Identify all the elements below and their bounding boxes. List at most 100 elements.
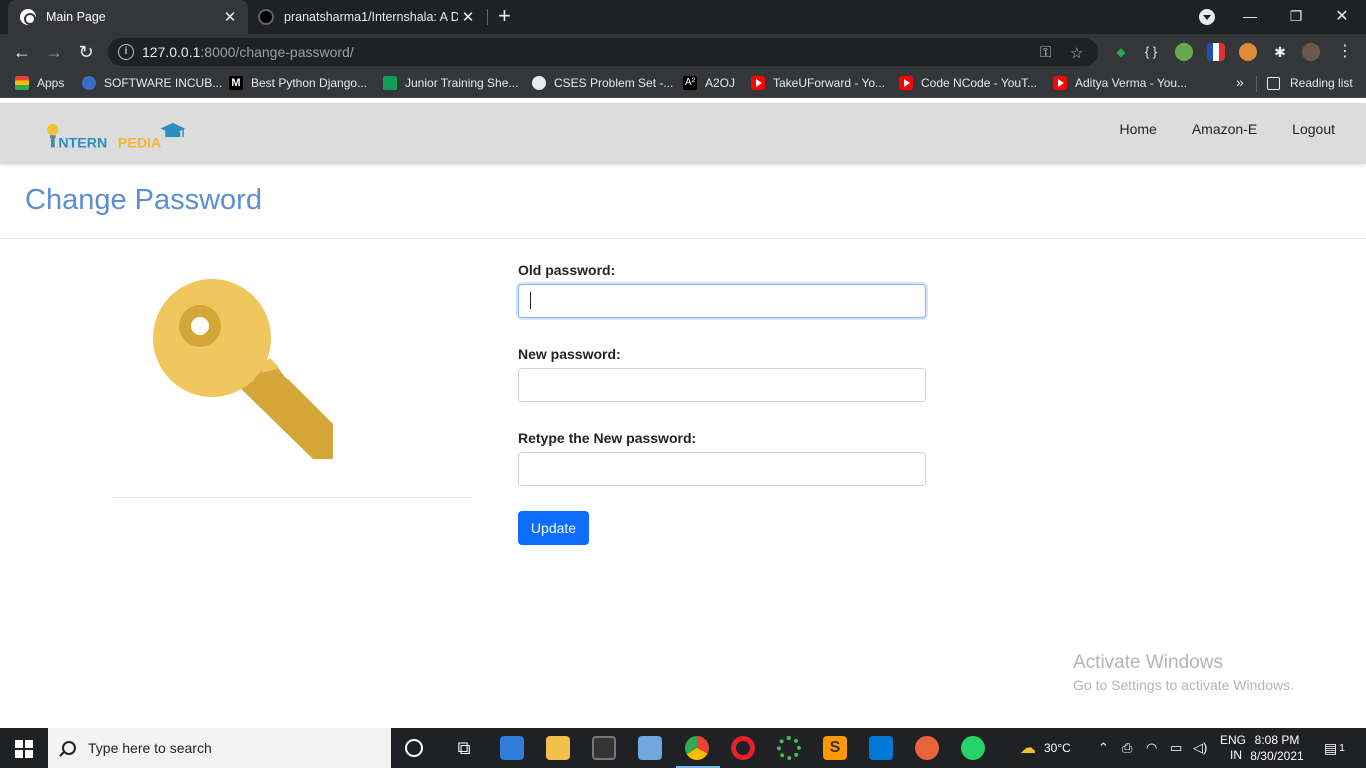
new-password-input[interactable]	[518, 368, 926, 402]
extension-green-icon[interactable]: ◆	[1112, 43, 1130, 61]
logo-text-pedia: PEDIA	[118, 135, 161, 151]
weather-temp: 30°C	[1044, 741, 1071, 755]
globe-icon	[20, 9, 36, 25]
tray-overflow-icon[interactable]: ⌃	[1098, 728, 1109, 768]
bookmark-aditya-verma[interactable]: Aditya Verma - You...	[1053, 76, 1187, 90]
windows-taskbar: Type here to search ⧉ S ☁ 30°C ⌃ ⎙ ◠ ▭ ◁…	[0, 728, 1366, 768]
close-window-button[interactable]: ✕	[1319, 0, 1365, 32]
youtube-icon	[899, 76, 913, 90]
menu-kebab-icon[interactable]: ⋮	[1336, 43, 1354, 61]
vscode-icon[interactable]	[869, 736, 893, 760]
weather-icon: ☁	[1020, 740, 1036, 757]
meet-icon[interactable]: ⎙	[1122, 728, 1132, 768]
reading-list-button[interactable]: Reading list	[1267, 76, 1353, 90]
clock-date: 8/30/2021	[1250, 749, 1304, 763]
json-viewer-icon[interactable]: { }	[1142, 43, 1160, 61]
extensions-puzzle-icon[interactable]: ✱	[1271, 43, 1289, 61]
forward-button[interactable]: →	[42, 40, 66, 64]
back-button[interactable]: ←	[10, 40, 34, 64]
taskbar-search-box[interactable]: Type here to search	[48, 728, 391, 768]
task-view-icon[interactable]: ⧉	[452, 736, 476, 760]
update-button[interactable]: Update	[518, 511, 589, 545]
tab-github[interactable]: pranatsharma1/Internshala: A Dja ✕	[248, 0, 486, 34]
reading-list-label: Reading list	[1290, 76, 1353, 90]
url-host: 127.0.0.1	[142, 44, 201, 60]
bookmark-label: SOFTWARE INCUB...	[104, 76, 223, 90]
close-tab-icon[interactable]: ✕	[220, 8, 240, 26]
youtube-icon	[1053, 76, 1067, 90]
nav-amazon-link[interactable]: Amazon-E	[1192, 121, 1257, 137]
sync-app-icon[interactable]	[777, 736, 801, 760]
language-indicator[interactable]: ENG IN	[1220, 728, 1246, 768]
bookmark-label: Code NCode - YouT...	[921, 76, 1038, 90]
store-icon[interactable]	[592, 736, 616, 760]
page-title: Change Password	[25, 184, 262, 216]
bookmark-takeuforward[interactable]: TakeUForward - Yo...	[751, 76, 885, 90]
whatsapp-icon[interactable]	[961, 736, 985, 760]
clock-time: 8:08 PM	[1254, 733, 1300, 747]
reading-list-icon	[1267, 76, 1280, 90]
old-password-input[interactable]	[518, 284, 926, 318]
address-bar[interactable]: i 127.0.0.1:8000/change-password/ ⚿ ☆	[108, 38, 1098, 66]
sublime-text-icon[interactable]: S	[823, 736, 847, 760]
retype-password-label: Retype the New password:	[518, 430, 697, 446]
key-icon[interactable]: ⚿	[1040, 44, 1051, 61]
search-placeholder: Type here to search	[88, 740, 212, 756]
profile-avatar[interactable]	[1302, 43, 1320, 61]
bookmark-python-django[interactable]: M Best Python Django...	[229, 76, 367, 90]
bookmark-label: Junior Training She...	[405, 76, 519, 90]
internpedia-logo[interactable]: NTERN PEDIA	[42, 121, 192, 155]
url-path: :8000/change-password/	[200, 44, 354, 60]
retype-password-input[interactable]	[518, 452, 926, 486]
windows-start-button[interactable]	[15, 740, 33, 758]
title-divider	[0, 238, 1366, 239]
extension-flag-icon[interactable]	[1207, 43, 1225, 61]
nav-home-link[interactable]: Home	[1119, 121, 1156, 137]
clock[interactable]: 8:08 PM 8/30/2021	[1247, 732, 1307, 764]
extension-plus-icon[interactable]	[1175, 43, 1193, 61]
tab-separator	[487, 9, 488, 25]
software-incub-icon	[82, 76, 96, 90]
more-bookmarks-button[interactable]: »	[1236, 74, 1244, 90]
opera-icon[interactable]	[731, 736, 755, 760]
cses-icon	[532, 76, 546, 90]
reload-button[interactable]: ↻	[74, 40, 98, 64]
minimize-button[interactable]: —	[1227, 0, 1273, 32]
volume-icon[interactable]: ◁)	[1193, 728, 1207, 768]
art-divider	[113, 497, 472, 498]
browser-toolbar: ← → ↻ i 127.0.0.1:8000/change-password/ …	[0, 34, 1366, 70]
bookmark-apps[interactable]: Apps	[15, 76, 64, 90]
bookmark-label: Aditya Verma - You...	[1075, 76, 1188, 90]
mail-icon[interactable]	[500, 736, 524, 760]
file-explorer-icon[interactable]	[546, 736, 570, 760]
nav-logout-link[interactable]: Logout	[1292, 121, 1335, 137]
watermark-line-2: Go to Settings to activate Windows.	[1073, 677, 1294, 693]
notifications-button[interactable]: ▤ 1	[1324, 728, 1345, 768]
apps-grid-icon	[15, 76, 29, 90]
bookmark-software-incub[interactable]: SOFTWARE INCUB...	[82, 76, 222, 90]
restore-button[interactable]: ❐	[1273, 0, 1319, 32]
bookmark-codencode[interactable]: Code NCode - YouT...	[899, 76, 1037, 90]
chrome-icon[interactable]	[685, 736, 709, 760]
postman-icon[interactable]	[915, 736, 939, 760]
url-text: 127.0.0.1:8000/change-password/	[142, 44, 354, 60]
bookmark-a2oj[interactable]: A² A2OJ	[683, 76, 735, 90]
bookmark-label: TakeUForward - Yo...	[773, 76, 886, 90]
bookmark-cses[interactable]: CSES Problem Set -...	[532, 76, 673, 90]
tab-main-page[interactable]: Main Page ✕	[8, 0, 248, 34]
site-info-icon[interactable]: i	[118, 44, 134, 60]
tab-search-icon[interactable]	[1199, 9, 1215, 25]
laptop-icon[interactable]	[638, 736, 662, 760]
wifi-icon[interactable]: ◠	[1146, 728, 1157, 768]
youtube-icon	[751, 76, 765, 90]
bookmark-star-icon[interactable]: ☆	[1070, 44, 1083, 62]
cortana-icon[interactable]	[405, 739, 423, 757]
battery-icon[interactable]: ▭	[1170, 728, 1182, 768]
notification-icon: ▤	[1324, 739, 1338, 756]
bookmark-junior-training[interactable]: Junior Training She...	[383, 76, 518, 90]
new-tab-button[interactable]: +	[498, 5, 511, 27]
weather-widget[interactable]: ☁ 30°C	[1020, 728, 1071, 768]
notification-count: 1	[1339, 742, 1345, 754]
extension-face-icon[interactable]	[1239, 43, 1257, 61]
close-tab-icon[interactable]: ✕	[458, 8, 478, 26]
